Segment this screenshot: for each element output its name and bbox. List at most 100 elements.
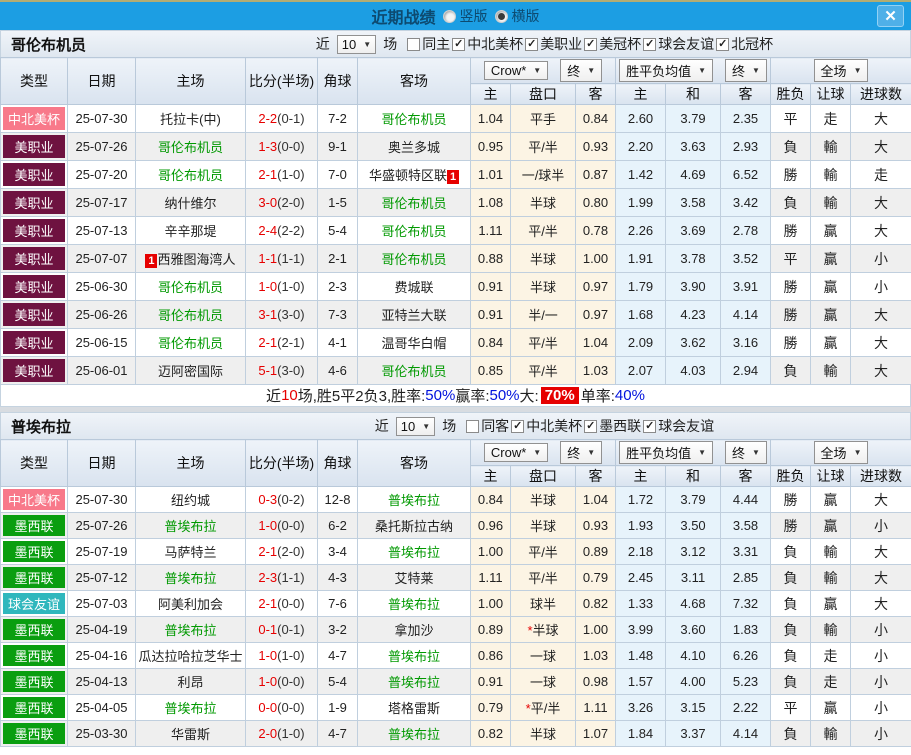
odds-company-select[interactable]: Crow* ▼ [483, 61, 549, 80]
team-name-text: 普埃布拉 [164, 623, 217, 638]
avg-type-select[interactable]: 胜平负均值 ▼ [619, 441, 714, 464]
checkbox-checked-icon[interactable]: ✓ [584, 37, 598, 51]
odds-final-select[interactable]: 终 ▼ [560, 441, 603, 464]
handicap-result-cell: 輸 [810, 538, 852, 565]
odds-away-cell: 1.00 [574, 244, 617, 273]
league-filter-checkbox[interactable]: ✓ 墨西联 [584, 416, 641, 436]
score-cell: 1-1(1-1) [245, 244, 318, 273]
handicap-cell: *平/半 [510, 694, 576, 721]
score-cell: 2-1(2-0) [245, 538, 318, 565]
avg-type-select[interactable]: 胜平负均值 ▼ [619, 59, 714, 82]
league-filter-checkbox[interactable]: ✓ 美职业 [525, 34, 582, 54]
avg-draw-cell: 3.37 [665, 720, 722, 747]
league-type-cell: 美职业 [0, 244, 68, 273]
fulltime-score: 1-1 [258, 251, 278, 266]
checkbox-unchecked-icon[interactable] [466, 419, 480, 433]
goals-result-cell: 小 [850, 668, 911, 695]
league-filter-checkbox[interactable]: ✓ 中北美杯 [511, 416, 582, 436]
checkbox-checked-icon[interactable]: ✓ [643, 419, 657, 433]
odds-away-cell: 0.93 [574, 132, 617, 161]
avg-final-select[interactable]: 终 ▼ [725, 441, 767, 464]
league-type-badge: 中北美杯 [3, 107, 65, 130]
fulltime-score: 0-3 [258, 492, 278, 507]
avg-dropdown-cell: 胜平负均值 ▼ 终 ▼ [615, 57, 772, 84]
avg-draw-cell: 3.62 [665, 328, 722, 357]
result-cell: 負 [770, 132, 812, 161]
fulltime-score: 0-0 [258, 700, 278, 715]
avg-final-select[interactable]: 终 ▼ [725, 59, 767, 82]
fulltime-score: 1-0 [258, 518, 278, 533]
odds-final-select[interactable]: 终 ▼ [560, 59, 603, 82]
league-type-cell: 中北美杯 [0, 104, 68, 133]
close-button[interactable]: ✕ [877, 5, 904, 27]
league-filter-checkbox[interactable]: ✓ 中北美杯 [452, 34, 523, 54]
result-cell: 負 [770, 564, 812, 591]
scope-select[interactable]: 全场 ▼ [813, 59, 869, 82]
away-team-cell: 奥兰多城 [357, 132, 471, 161]
layout-radio-vertical[interactable]: 竖版 [442, 6, 488, 26]
league-type-cell: 墨西联 [0, 694, 68, 721]
checkbox-checked-icon[interactable]: ✓ [584, 419, 598, 433]
team-name-text: 纽约城 [170, 493, 210, 508]
result-cell: 負 [770, 188, 812, 217]
checkbox-checked-icon[interactable]: ✓ [643, 37, 657, 51]
league-type-badge: 中北美杯 [3, 489, 65, 510]
corner-cell: 4-7 [317, 720, 358, 747]
away-team-cell: 亚特兰大联 [357, 300, 471, 329]
odds-company-select[interactable]: Crow* ▼ [483, 443, 549, 462]
league-filter-checkbox[interactable]: 同主 [407, 34, 450, 54]
match-row: 墨西联 25-04-19 普埃布拉 0-1(0-1) 3-2 拿加沙 0.89 *半球 1.00… [0, 616, 911, 643]
team-name-text: 普埃布拉 [164, 701, 217, 716]
team-name-text: 瓜达拉哈拉芝华士 [138, 649, 243, 664]
scope-select[interactable]: 全场 ▼ [813, 441, 869, 464]
chevron-down-icon: ▼ [533, 66, 542, 75]
radio-unselected-icon[interactable] [442, 9, 456, 23]
match-row: 美职业 25-07-07 1 西雅图海湾人 1-1(1-1) 2-1 哥伦布机员 0.88 半球… [0, 244, 911, 273]
summary-segment: 大: [519, 388, 539, 405]
odds-home-cell: 0.91 [470, 300, 511, 329]
odds-away-cell: 0.82 [574, 590, 617, 617]
score-cell: 1-0(1-0) [245, 272, 318, 301]
away-team-cell: 普埃布拉 [357, 538, 471, 565]
avg-away-cell: 6.26 [720, 642, 772, 669]
chevron-down-icon: ▼ [363, 39, 372, 49]
score-cell: 0-1(0-1) [245, 616, 318, 643]
radio-selected-icon[interactable] [494, 9, 508, 23]
league-type-cell: 美职业 [0, 160, 68, 189]
league-filter-checkbox[interactable]: 同客 [466, 416, 509, 436]
score-cell: 0-3(0-2) [245, 486, 318, 513]
home-team-cell: 瓜达拉哈拉芝华士 [135, 642, 246, 669]
checkbox-label: 墨西联 [599, 418, 642, 434]
recent-count-select[interactable]: 10 ▼ [395, 416, 436, 436]
halftime-score: (0-0) [277, 596, 305, 611]
handicap-cell: 半球 [510, 720, 576, 747]
odds-away-cell: 1.00 [574, 616, 617, 643]
checkbox-checked-icon[interactable]: ✓ [525, 37, 539, 51]
odds-home-cell: 0.95 [470, 132, 511, 161]
avg-home-cell: 1.93 [615, 512, 667, 539]
league-filter-checkbox[interactable]: ✓ 北冠杯 [716, 34, 773, 54]
checkbox-unchecked-icon[interactable] [407, 37, 421, 51]
checkbox-checked-icon[interactable]: ✓ [452, 37, 466, 51]
handicap-result-cell: 輸 [810, 616, 852, 643]
team-name-text: 普埃布拉 [387, 675, 440, 690]
away-team-cell: 普埃布拉 [357, 590, 471, 617]
avg-home-cell: 1.57 [615, 668, 667, 695]
avg-away-cell: 3.91 [720, 272, 772, 301]
goals-result-cell: 大 [850, 104, 911, 133]
result-cell: 勝 [770, 272, 812, 301]
summary-segment: 50% [425, 387, 456, 404]
league-filter-checkbox[interactable]: ✓ 美冠杯 [584, 34, 641, 54]
checkbox-checked-icon[interactable]: ✓ [511, 419, 525, 433]
recent-count-select[interactable]: 10 ▼ [336, 34, 377, 54]
odds-home-cell: 1.11 [470, 216, 511, 245]
goals-result-cell: 大 [850, 132, 911, 161]
league-type-cell: 中北美杯 [0, 486, 68, 513]
league-filter-checkbox[interactable]: ✓ 球会友谊 [643, 416, 714, 436]
league-filter-checkbox[interactable]: ✓ 球会友谊 [643, 34, 714, 54]
team-name-text: 哥伦布机员 [157, 140, 223, 155]
avg-home-cell: 1.42 [615, 160, 667, 189]
checkbox-checked-icon[interactable]: ✓ [716, 37, 730, 51]
col-home: 主场 [135, 57, 246, 105]
layout-radio-horizontal[interactable]: 横版 [494, 6, 540, 26]
